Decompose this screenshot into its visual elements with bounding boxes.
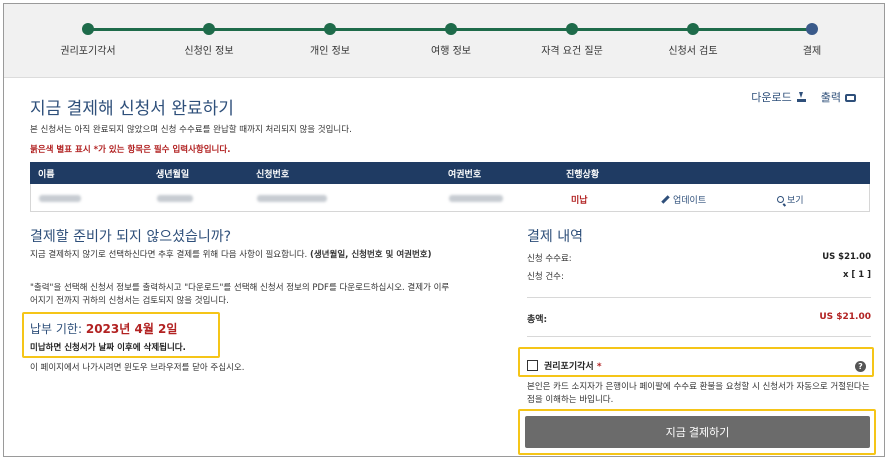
column-header-birthdate: 생년월일 <box>156 170 190 180</box>
column-header-status: 진행상황 <box>566 170 600 180</box>
total-value: US $21.00 <box>819 312 871 322</box>
pay-later-text: 지금 결제하지 않기로 선택하신다면 추후 결제를 위해 다음 사항이 필요합니… <box>30 250 310 260</box>
fee-label: 신청 수수료: <box>527 254 572 264</box>
print-icon <box>845 94 856 102</box>
step-dot-travel <box>445 23 457 35</box>
step-label-travel: 여행 정보 <box>431 46 471 57</box>
not-ready-heading: 결제할 준비가 되지 않으셨습니까? <box>30 229 232 245</box>
pay-later-info: 지금 결제하지 않기로 선택하신다면 추후 결제를 위해 다음 사항이 필요합니… <box>30 249 450 262</box>
waiver-checkbox-label[interactable]: 권리포기각서 * <box>544 359 602 372</box>
required-fields-note: 붉은색 별표 표시 *가 있는 항목은 필수 입력사항입니다. <box>30 145 231 155</box>
redacted-birthdate <box>157 195 193 202</box>
column-header-application-number: 신청번호 <box>256 170 290 180</box>
redacted-name <box>39 195 81 202</box>
count-value: x [ 1 ] <box>842 270 871 280</box>
column-header-name: 이름 <box>38 170 55 180</box>
top-links: 다운로드 출력 <box>751 89 856 105</box>
table-row: 미납 업데이트 보기 <box>30 184 870 212</box>
count-label: 신청 건수: <box>527 272 564 282</box>
waiver-checkbox[interactable] <box>527 360 538 371</box>
step-label-payment: 결제 <box>802 46 822 57</box>
waiver-description: 본인은 카드 소지자가 은행이나 페이팔에 수수료 환불을 요청할 시 신청서가… <box>527 382 870 405</box>
step-dot-personal <box>324 23 336 35</box>
fee-row: 신청 수수료: US $21.00 <box>527 252 871 264</box>
waiver-label-text: 권리포기각서 <box>544 362 594 372</box>
step-label-applicant: 신청인 정보 <box>184 46 234 57</box>
redacted-passport-number <box>449 195 503 202</box>
help-icon[interactable]: ? <box>855 361 866 372</box>
payment-summary-heading: 결제 내역 <box>527 229 583 245</box>
step-label-waiver: 권리포기각서 <box>60 46 116 57</box>
update-label: 업데이트 <box>673 196 707 206</box>
deletion-warning: 미납하면 신청서가 날짜 이후에 삭제됩니다. <box>30 343 186 353</box>
step-dot-eligibility <box>566 23 578 35</box>
pay-now-button[interactable]: 지금 결제하기 <box>525 416 870 448</box>
pencil-icon <box>661 195 670 204</box>
required-asterisk: * <box>596 362 602 372</box>
due-date-row: 납부 기한: 2023년 4월 2일 <box>30 320 177 337</box>
fee-value: US $21.00 <box>822 252 871 262</box>
download-link[interactable]: 다운로드 <box>751 89 806 105</box>
page-frame: 권리포기각서 신청인 정보 개인 정보 여행 정보 자격 요건 질문 신청서 검… <box>3 3 885 457</box>
progress-steps: 권리포기각서 신청인 정보 개인 정보 여행 정보 자격 요건 질문 신청서 검… <box>4 4 884 78</box>
step-dot-applicant <box>203 23 215 35</box>
total-row: 총액: US $21.00 <box>527 312 871 325</box>
view-link[interactable]: 보기 <box>777 193 804 206</box>
due-date-value: 2023년 4월 2일 <box>85 322 178 336</box>
step-dot-payment <box>806 23 818 35</box>
count-row: 신청 건수: x [ 1 ] <box>527 270 871 282</box>
step-dot-waiver <box>82 23 94 35</box>
view-label: 보기 <box>787 196 804 206</box>
incomplete-notice: 본 신청서는 아직 완료되지 않았으며 신청 수수료를 완납할 때까지 처리되지… <box>30 125 352 135</box>
print-link[interactable]: 출력 <box>821 89 856 105</box>
due-date-label: 납부 기한: <box>30 322 83 336</box>
total-divider <box>527 336 871 337</box>
summary-divider <box>527 297 871 298</box>
step-label-eligibility: 자격 요건 질문 <box>541 46 603 57</box>
print-download-info: "출력"을 선택해 신청서 정보를 출력하시고 "다운로드"를 선택해 신청서 … <box>30 283 450 306</box>
step-label-personal: 개인 정보 <box>310 46 350 57</box>
step-dot-review <box>687 23 699 35</box>
column-header-passport-number: 여권번호 <box>448 170 482 180</box>
step-label-review: 신청서 검토 <box>668 46 718 57</box>
total-label: 총액: <box>527 315 548 325</box>
close-window-note: 이 페이지에서 나가시려면 윈도우 브라우저를 닫아 주십시오. <box>30 363 245 373</box>
download-icon <box>796 92 807 102</box>
page-title: 지금 결제해 신청서 완료하기 <box>30 99 234 119</box>
pay-later-required-items: (생년월일, 신청번호 및 여권번호) <box>309 250 432 260</box>
update-link[interactable]: 업데이트 <box>661 193 706 206</box>
redacted-application-number <box>257 195 327 202</box>
download-label: 다운로드 <box>751 91 792 104</box>
search-icon <box>777 196 784 203</box>
print-label: 출력 <box>820 91 841 104</box>
application-table-header: 이름 생년월일 신청번호 여권번호 진행상황 <box>30 162 870 184</box>
status-badge: 미납 <box>571 196 588 206</box>
